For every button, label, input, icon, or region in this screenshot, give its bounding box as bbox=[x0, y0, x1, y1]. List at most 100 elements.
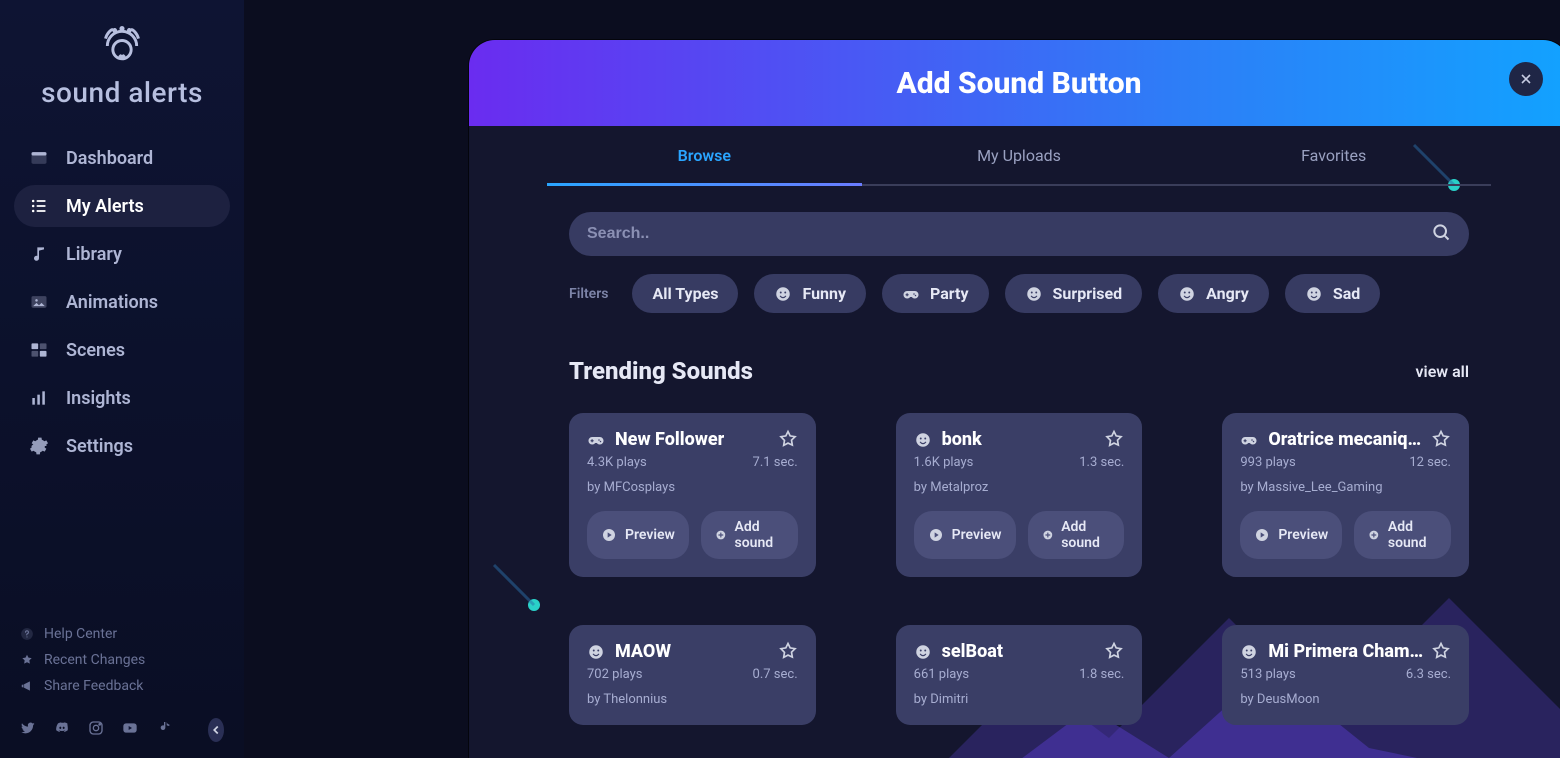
filters-row: Filters All TypesFunnyPartySurprisedAngr… bbox=[569, 274, 1469, 313]
filter-chip-sad[interactable]: Sad bbox=[1285, 274, 1380, 313]
plays-count: 513 plays bbox=[1240, 667, 1295, 682]
favorite-toggle[interactable] bbox=[1431, 641, 1451, 665]
add-sound-modal: Add Sound Button Browse My Uploads Favor… bbox=[469, 40, 1560, 758]
music-note-icon bbox=[28, 243, 50, 265]
preview-button[interactable]: Preview bbox=[1240, 511, 1342, 559]
add-sound-button[interactable]: Add sound bbox=[1028, 511, 1125, 559]
youtube-icon[interactable] bbox=[122, 720, 138, 740]
view-all-link[interactable]: view all bbox=[1416, 362, 1469, 381]
search-input[interactable] bbox=[587, 225, 1431, 243]
preview-label: Preview bbox=[625, 527, 675, 543]
sidebar-item-animations[interactable]: Animations bbox=[14, 281, 230, 323]
filter-chip-label: Funny bbox=[802, 284, 846, 303]
sound-card: MAOW702 plays0.7 sec.by Thelonnius bbox=[569, 625, 816, 725]
favorite-toggle[interactable] bbox=[1104, 641, 1124, 665]
duration: 1.3 sec. bbox=[1079, 455, 1124, 470]
sidebar-item-label: Scenes bbox=[66, 340, 125, 361]
megaphone-icon bbox=[20, 679, 34, 693]
close-icon bbox=[1518, 71, 1534, 87]
controller-icon bbox=[1240, 431, 1258, 449]
filter-chip-funny[interactable]: Funny bbox=[754, 274, 866, 313]
tiktok-icon[interactable] bbox=[156, 720, 172, 740]
preview-button[interactable]: Preview bbox=[587, 511, 689, 559]
brand-text: sound alerts bbox=[41, 76, 203, 109]
discord-icon[interactable] bbox=[54, 720, 70, 740]
face-icon bbox=[1305, 285, 1323, 303]
sound-author: by DeusMoon bbox=[1240, 692, 1451, 707]
filter-chip-label: Sad bbox=[1333, 284, 1360, 303]
view-all-label: view all bbox=[1416, 362, 1469, 381]
footer-link-label: Recent Changes bbox=[44, 652, 145, 668]
sound-title: selBoat bbox=[942, 641, 1003, 662]
favorite-toggle[interactable] bbox=[778, 429, 798, 453]
add-sound-label: Add sound bbox=[735, 519, 784, 551]
share-feedback-link[interactable]: Share Feedback bbox=[20, 678, 224, 694]
grid-icon bbox=[28, 339, 50, 361]
favorite-toggle[interactable] bbox=[778, 641, 798, 665]
sound-author: by Massive_Lee_Gaming bbox=[1240, 480, 1451, 495]
add-sound-button[interactable]: Add sound bbox=[1354, 511, 1451, 559]
preview-label: Preview bbox=[952, 527, 1002, 543]
close-modal-button[interactable] bbox=[1509, 62, 1543, 96]
filter-chip-surprised[interactable]: Surprised bbox=[1005, 274, 1143, 313]
add-sound-label: Add sound bbox=[1061, 519, 1110, 551]
search-field[interactable] bbox=[569, 212, 1469, 256]
section-title: Trending Sounds bbox=[569, 357, 753, 385]
plays-count: 4.3K plays bbox=[587, 455, 647, 470]
filter-chip-party[interactable]: Party bbox=[882, 274, 989, 313]
duration: 1.8 sec. bbox=[1079, 667, 1124, 682]
filter-chip-angry[interactable]: Angry bbox=[1158, 274, 1269, 313]
sidebar-item-library[interactable]: Library bbox=[14, 233, 230, 275]
modal-tabs: Browse My Uploads Favorites bbox=[547, 126, 1491, 186]
sound-card: Mi Primera Chamba 513 plays 6.3 sec. by Deu… bbox=[1222, 625, 1469, 725]
modal-body: Browse My Uploads Favorites Fi bbox=[469, 126, 1560, 758]
sidebar-item-scenes[interactable]: Scenes bbox=[14, 329, 230, 371]
social-row bbox=[20, 718, 224, 742]
tab-my-uploads[interactable]: My Uploads bbox=[862, 126, 1177, 184]
recent-changes-link[interactable]: Recent Changes bbox=[20, 652, 224, 668]
filter-chip-label: All Types bbox=[652, 284, 718, 303]
tab-favorites[interactable]: Favorites bbox=[1176, 126, 1491, 184]
sidebar-item-dashboard[interactable]: Dashboard bbox=[14, 137, 230, 179]
modal-scroll[interactable]: Browse My Uploads Favorites Fi bbox=[469, 126, 1560, 758]
sound-title: Mi Primera Chamba bbox=[1268, 641, 1428, 662]
favorite-toggle[interactable] bbox=[1104, 429, 1124, 453]
footer-link-label: Share Feedback bbox=[44, 678, 143, 694]
sidebar-item-label: Dashboard bbox=[66, 148, 153, 169]
face-icon bbox=[1025, 285, 1043, 303]
sidebar-item-my-alerts[interactable]: My Alerts bbox=[14, 185, 230, 227]
modal-title: Add Sound Button bbox=[896, 66, 1141, 101]
sound-card: New Follower4.3K plays7.1 sec.by MFCospl… bbox=[569, 413, 816, 577]
main-area: Add Sound Button Browse My Uploads Favor… bbox=[244, 0, 1560, 758]
favorite-toggle[interactable] bbox=[1431, 429, 1451, 453]
duration: 6.3 sec. bbox=[1406, 667, 1451, 682]
sidebar-item-label: Insights bbox=[66, 388, 131, 409]
sidebar-item-label: Animations bbox=[66, 292, 158, 313]
sidebar-footer: Help Center Recent Changes Share Feedbac… bbox=[0, 626, 244, 758]
face-icon bbox=[774, 285, 792, 303]
filter-chip-label: Surprised bbox=[1053, 284, 1123, 303]
sidebar-item-label: Library bbox=[66, 244, 122, 265]
preview-button[interactable]: Preview bbox=[914, 511, 1016, 559]
sound-author: by Thelonnius bbox=[587, 692, 798, 707]
tab-browse[interactable]: Browse bbox=[547, 126, 862, 184]
footer-link-label: Help Center bbox=[44, 626, 117, 642]
controller-icon bbox=[902, 285, 920, 303]
filter-chip-all-types[interactable]: All Types bbox=[632, 274, 738, 313]
collapse-sidebar-button[interactable] bbox=[208, 718, 224, 742]
add-sound-button[interactable]: Add sound bbox=[701, 511, 798, 559]
plays-count: 661 plays bbox=[914, 667, 969, 682]
brand-logo: sound alerts bbox=[0, 24, 244, 109]
star-icon bbox=[20, 653, 34, 667]
help-center-link[interactable]: Help Center bbox=[20, 626, 224, 642]
plays-count: 1.6K plays bbox=[914, 455, 974, 470]
instagram-icon[interactable] bbox=[88, 720, 104, 740]
sidebar-item-settings[interactable]: Settings bbox=[14, 425, 230, 467]
sidebar-item-insights[interactable]: Insights bbox=[14, 377, 230, 419]
filter-chip-label: Angry bbox=[1206, 284, 1249, 303]
twitter-icon[interactable] bbox=[20, 720, 36, 740]
bars-icon bbox=[28, 387, 50, 409]
help-icon bbox=[20, 627, 34, 641]
sound-title: MAOW bbox=[615, 641, 671, 662]
sound-author: by MFCosplays bbox=[587, 480, 798, 495]
